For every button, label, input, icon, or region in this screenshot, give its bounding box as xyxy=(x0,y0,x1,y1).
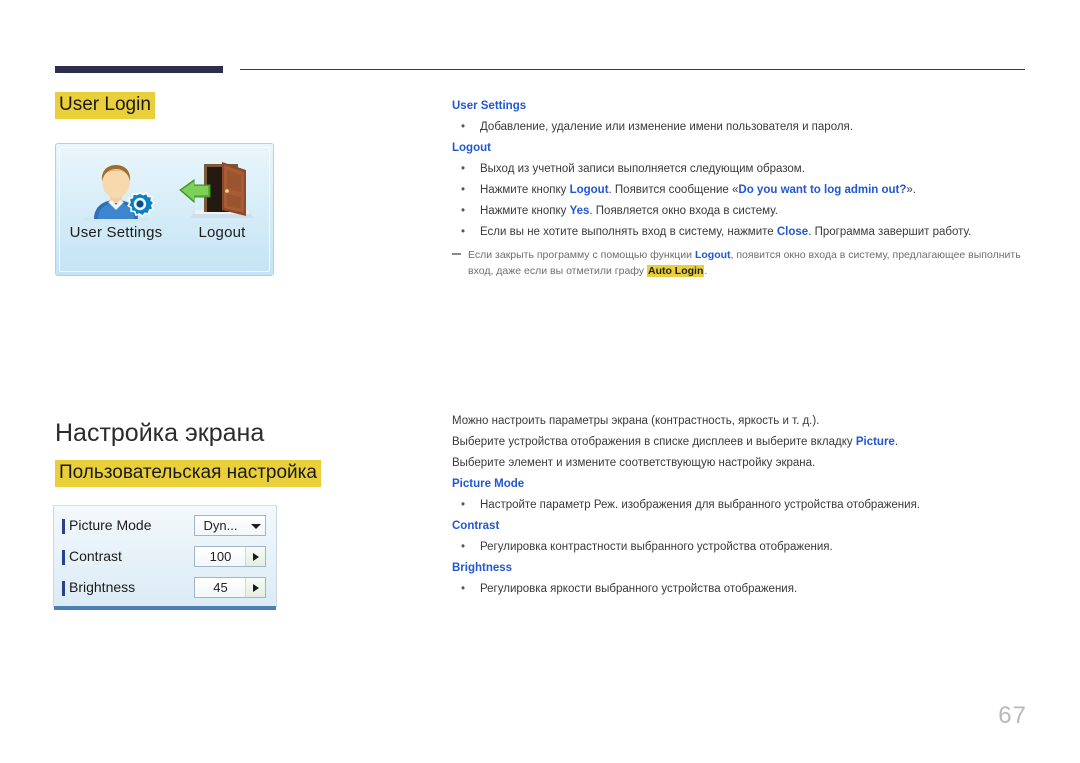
figure-label-user-settings: User Settings xyxy=(69,224,163,241)
contrast-value: 100 xyxy=(209,549,232,564)
note-emphasis-logout: Logout xyxy=(694,249,731,261)
brightness-label: Brightness xyxy=(69,579,136,595)
figure-bottom-bar xyxy=(54,606,276,610)
picture-mode-dropdown-arrow-zone[interactable] xyxy=(245,516,265,535)
bullet-step-3: • Если вы не хотите выполнять вход в сис… xyxy=(452,222,1030,242)
contrast-row: Contrast 100 xyxy=(60,546,270,570)
subhead-brightness: Brightness xyxy=(452,562,513,574)
user-login-text-column: User Settings • Добавление, удаление или… xyxy=(452,96,1030,279)
subhead-user-settings: User Settings xyxy=(452,100,527,112)
subsection-title-custom-settings: Пользовательская настройка xyxy=(55,460,321,487)
header-rule-thick xyxy=(55,66,223,73)
section-title-screen-settings: Настройка экрана xyxy=(55,419,265,447)
step-pre: Нажмите кнопку xyxy=(480,205,570,217)
brightness-stepper[interactable]: 45 xyxy=(194,577,266,598)
bullet-brightness-1: • Регулировка яркости выбранного устройс… xyxy=(452,579,1030,599)
user-login-heading-wrap: User Login xyxy=(55,92,435,119)
bullet-glyph: • xyxy=(461,163,466,175)
bullet-logout-1: • Выход из учетной записи выполняется сл… xyxy=(452,159,1030,179)
page-number: 67 xyxy=(998,702,1027,729)
bullet-glyph: • xyxy=(461,205,466,217)
note-pre: Если закрыть программу с помощью функции xyxy=(468,249,695,261)
contrast-increase-button[interactable] xyxy=(245,547,265,566)
bullet-picture-mode-1: • Настройте параметр Реж. изображения дл… xyxy=(452,495,1030,515)
user-settings-icon xyxy=(62,158,170,224)
step-mid: . Появится сообщение « xyxy=(608,184,739,196)
chevron-right-icon xyxy=(253,553,259,561)
intro-emphasis-picture: Picture xyxy=(855,436,895,448)
bullet-text: Выход из учетной записи выполняется след… xyxy=(480,163,805,175)
brightness-row: Brightness 45 xyxy=(60,577,270,601)
step-emphasis-close: Close xyxy=(776,226,809,238)
picture-settings-figure: Picture Mode Dyn... Contrast 100 Brightn… xyxy=(53,505,277,610)
step-mid: . Появляется окно входа в систему. xyxy=(589,205,778,217)
bullet-text: Регулировка яркости выбранного устройств… xyxy=(480,583,798,595)
figure-label-logout: Logout xyxy=(198,224,246,241)
screen-settings-subheading-wrap: Пользовательская настройка xyxy=(55,460,435,487)
bullet-step-2: • Нажмите кнопку Yes. Появляется окно вх… xyxy=(452,201,1030,221)
picture-mode-label: Picture Mode xyxy=(69,517,152,533)
picture-mode-dropdown[interactable]: Dyn... xyxy=(194,515,266,536)
step-emphasis-dialog: Do you want to log admin out? xyxy=(738,184,907,196)
contrast-label: Contrast xyxy=(69,548,122,564)
step-pre: Если вы не хотите выполнять вход в систе… xyxy=(480,226,777,238)
picture-mode-row: Picture Mode Dyn... xyxy=(60,515,270,539)
bullet-text: Регулировка контрастности выбранного уст… xyxy=(480,541,833,553)
bullet-text: Настройте параметр Реж. изображения для … xyxy=(480,499,921,511)
note-emphasis-auto-login: Auto Login xyxy=(646,265,705,277)
row-marker-icon xyxy=(62,519,65,534)
bullet-glyph: • xyxy=(461,499,466,511)
logout-door-icon xyxy=(174,158,270,224)
figure-item-user-settings[interactable]: User Settings xyxy=(62,158,170,241)
bullet-glyph: • xyxy=(461,541,466,553)
note-post: . xyxy=(704,265,708,277)
bullet-contrast-1: • Регулировка контрастности выбранного у… xyxy=(452,537,1030,557)
step-emphasis-yes: Yes xyxy=(569,205,590,217)
intro-line-3: Выберите элемент и измените соответствую… xyxy=(452,453,1030,473)
bullet-user-settings-1: • Добавление, удаление или изменение име… xyxy=(452,117,1030,137)
intro-text: Выберите устройства отображения в списке… xyxy=(452,436,856,448)
page-title-user-login: User Login xyxy=(55,92,155,119)
figure-item-logout[interactable]: Logout xyxy=(174,158,270,241)
step-post: ». xyxy=(906,184,917,196)
picture-mode-value: Dyn... xyxy=(203,518,238,533)
note-dash-icon xyxy=(452,253,461,255)
bullet-glyph: • xyxy=(461,583,466,595)
subhead-picture-mode: Picture Mode xyxy=(452,478,525,490)
chevron-right-icon xyxy=(253,584,259,592)
step-emphasis-logout: Logout xyxy=(569,184,609,196)
row-marker-icon xyxy=(62,550,65,565)
header-rule-thin xyxy=(240,69,1025,70)
subhead-contrast: Contrast xyxy=(452,520,500,532)
intro-text: Выберите элемент и измените соответствую… xyxy=(452,457,816,469)
contrast-stepper[interactable]: 100 xyxy=(194,546,266,567)
chevron-down-icon xyxy=(251,524,261,529)
subhead-logout: Logout xyxy=(452,142,491,154)
brightness-value: 45 xyxy=(213,580,228,595)
step-pre: Нажмите кнопку xyxy=(480,184,570,196)
row-marker-icon xyxy=(62,581,65,596)
intro-line-2: Выберите устройства отображения в списке… xyxy=(452,432,1030,452)
bullet-step-1: • Нажмите кнопку Logout. Появится сообще… xyxy=(452,180,1030,200)
step-mid: . Программа завершит работу. xyxy=(808,226,972,238)
intro-line-1: Можно настроить параметры экрана (контра… xyxy=(452,411,1030,431)
bullet-glyph: • xyxy=(461,184,466,196)
header-rule xyxy=(55,66,1025,76)
bullet-glyph: • xyxy=(461,226,466,238)
screen-settings-text-column: Можно настроить параметры экрана (контра… xyxy=(452,411,1030,600)
intro-post: . xyxy=(894,436,899,448)
bullet-text: Добавление, удаление или изменение имени… xyxy=(480,121,853,133)
note-auto-login: Если закрыть программу с помощью функции… xyxy=(452,247,1030,279)
user-login-figure: User Settings Logout xyxy=(55,143,274,276)
intro-text: Можно настроить параметры экрана (контра… xyxy=(452,415,820,427)
screen-settings-heading-wrap: Настройка экрана xyxy=(55,418,435,448)
brightness-increase-button[interactable] xyxy=(245,578,265,597)
bullet-glyph: • xyxy=(461,121,466,133)
